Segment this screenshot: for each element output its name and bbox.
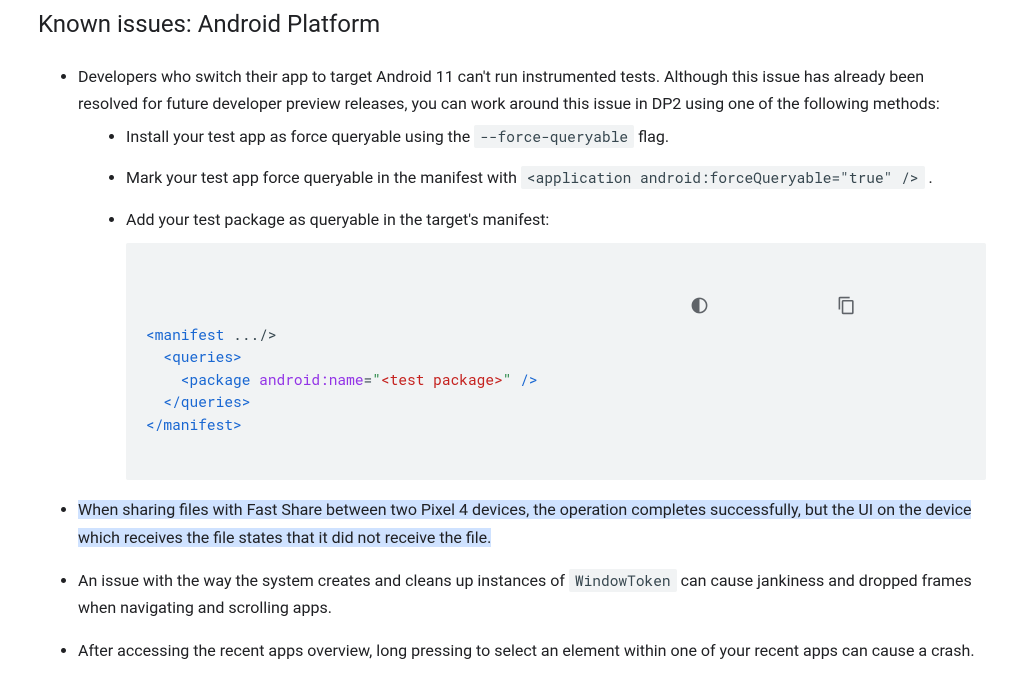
inline-code-force-queryable: --force-queryable (474, 125, 634, 148)
page-title: Known issues: Android Platform (38, 0, 986, 63)
code-token: <package (146, 370, 250, 389)
code-token: .../> (224, 325, 276, 344)
text: flag. (638, 127, 669, 146)
text: Add your test package as queryable in th… (126, 210, 549, 229)
code-token: <manifest (146, 325, 224, 344)
code-token: /> (511, 370, 537, 389)
code-token: " (372, 370, 381, 389)
list-item: Add your test package as queryable in th… (126, 206, 986, 481)
text: Install your test app as force queryable… (126, 127, 474, 146)
code-block-toolbar (690, 251, 976, 360)
issue-intro: Developers who switch their app to targe… (78, 67, 940, 113)
code-token: = (364, 370, 373, 389)
list-item: Install your test app as force queryable… (126, 123, 986, 150)
workarounds-list: Install your test app as force queryable… (78, 123, 986, 480)
text: An issue with the way the system creates… (78, 571, 569, 590)
code-token: </queries> (146, 392, 250, 411)
inline-code-windowtoken: WindowToken (569, 569, 677, 592)
code-block-manifest: <manifest .../> <queries> <package andro… (126, 243, 986, 481)
code-token: <queries> (146, 347, 242, 366)
text: . (928, 168, 932, 187)
code-token: </manifest> (146, 415, 242, 434)
inline-code-manifest-application: <application android:forceQueryable="tru… (521, 166, 925, 189)
text: After accessing the recent apps overview… (78, 641, 975, 660)
code-token: <test package> (381, 370, 503, 389)
list-item: When sharing files with Fast Share betwe… (78, 496, 986, 550)
list-item: Mark your test app force queryable in th… (126, 164, 986, 191)
text: Mark your test app force queryable in th… (126, 168, 521, 187)
theme-toggle-icon[interactable] (690, 251, 829, 360)
issues-list: Developers who switch their app to targe… (38, 63, 986, 665)
document-page: Known issues: Android Platform Developer… (0, 0, 1024, 700)
copy-icon[interactable] (837, 251, 976, 360)
code-token: android:name (250, 370, 363, 389)
list-item: Developers who switch their app to targe… (78, 63, 986, 481)
list-item: After accessing the recent apps overview… (78, 637, 986, 664)
highlighted-issue-text: When sharing files with Fast Share betwe… (78, 500, 971, 546)
list-item: An issue with the way the system creates… (78, 567, 986, 621)
